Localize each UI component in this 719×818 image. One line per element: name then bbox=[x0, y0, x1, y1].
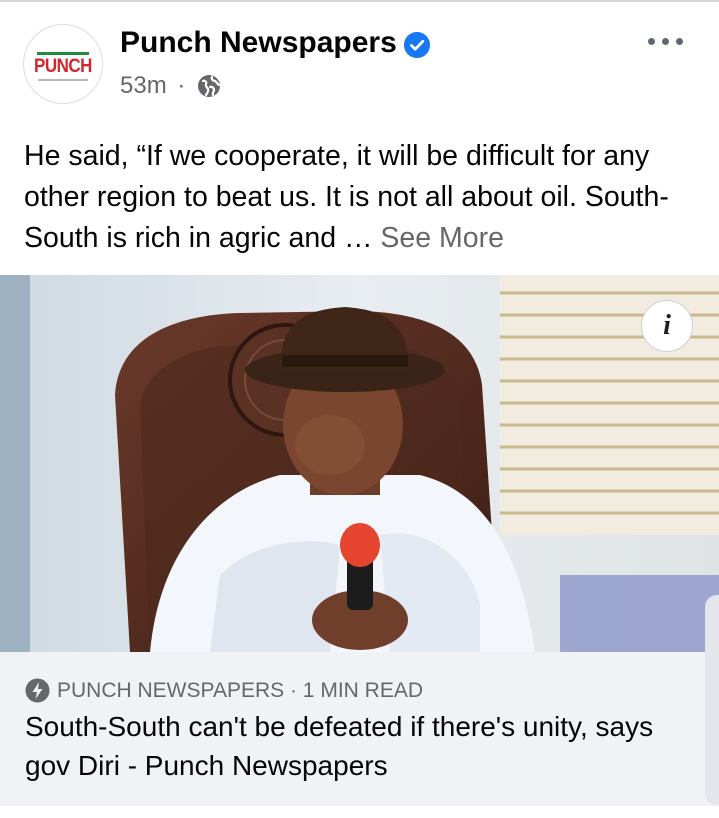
meta-separator: · bbox=[177, 72, 186, 99]
page-name-link[interactable]: Punch Newspapers bbox=[120, 26, 397, 60]
avatar-logo-text: PUNCH bbox=[34, 54, 92, 77]
post-ellipsis: … bbox=[344, 222, 373, 254]
page-avatar[interactable]: PUNCH bbox=[23, 24, 103, 104]
verified-badge-icon bbox=[404, 32, 430, 58]
link-source: PUNCH NEWSPAPERS · 1 MIN READ bbox=[57, 679, 423, 702]
link-headline[interactable]: South-South can't be defeated if there's… bbox=[25, 707, 695, 785]
post-timestamp[interactable]: 53m bbox=[120, 72, 167, 99]
info-icon[interactable]: i bbox=[641, 300, 693, 352]
scroll-handle[interactable] bbox=[705, 595, 719, 805]
avatar-logo-tagline bbox=[38, 79, 88, 81]
bottom-spacer bbox=[0, 806, 719, 818]
post-body: He said, “If we cooperate, it will be di… bbox=[24, 136, 704, 259]
post-meta: 53m · bbox=[120, 72, 185, 100]
more-options-icon[interactable] bbox=[646, 32, 686, 52]
bolt-icon bbox=[25, 678, 50, 703]
globe-icon[interactable] bbox=[197, 74, 221, 98]
see-more-link[interactable]: See More bbox=[380, 222, 504, 254]
post-photo[interactable] bbox=[0, 275, 719, 652]
